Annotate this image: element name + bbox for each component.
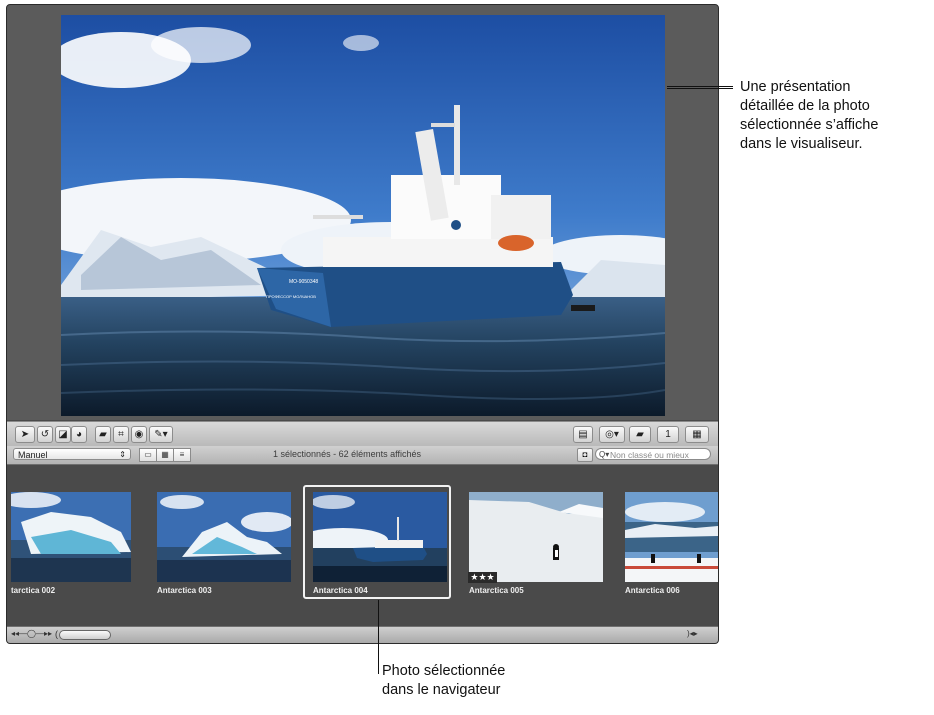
brush-icon[interactable]: ✎▾ xyxy=(149,426,173,443)
select-arrows-icon: ⇕ xyxy=(119,450,126,459)
photo-viewer: MO-9050348 ПРОФЕССОР МОЛЧАНОВ xyxy=(7,5,718,420)
sort-select-value: Manuel xyxy=(18,450,48,460)
sort-filter-bar: Manuel ⇕ ▭ ▦ ≡ 1 sélectionnés - 62 éléme… xyxy=(7,446,718,465)
thumbnail-image xyxy=(157,492,291,582)
thumbnail-antarctica-006[interactable] xyxy=(625,492,718,582)
thumbnail-caption: Antarctica 005 xyxy=(469,586,524,595)
sort-select[interactable]: Manuel ⇕ xyxy=(13,448,131,460)
straighten-icon[interactable]: ◪ xyxy=(55,426,71,443)
thumbnail-antarctica-005[interactable] xyxy=(469,492,603,582)
thumbnail-image xyxy=(625,492,718,582)
thumbnail-antarctica-002[interactable] xyxy=(11,492,131,582)
thumbnail-size-slider[interactable]: ◂◂—◯—▸▸ xyxy=(11,629,52,638)
ship-hull-text: MO-9050348 xyxy=(289,279,318,285)
adjust-icon[interactable]: ▤ xyxy=(573,426,593,443)
viewer-callout: Une présentation détaillée de la photo s… xyxy=(740,78,878,154)
thumbnail-caption: Antarctica 006 xyxy=(625,586,680,595)
thumbnail-antarctica-003[interactable] xyxy=(157,492,291,582)
photo-browser: tarctica 002 Antarctica 003 Antarctica 0… xyxy=(7,465,718,625)
thumbnail-image xyxy=(469,492,603,582)
app-window: MO-9050348 ПРОФЕССОР МОЛЧАНОВ ➤ ↺ ◪ ◕ ▰ … xyxy=(6,4,719,644)
search-filter-field[interactable]: Q▾ Non classé ou mieux xyxy=(595,448,711,460)
thumbnail-selection-border xyxy=(303,485,451,599)
rating-stars-badge: ★★★ xyxy=(468,572,497,583)
lift-icon[interactable]: ◕ xyxy=(71,426,87,443)
scrollbar-thumb[interactable] xyxy=(59,630,111,640)
ship-name-text: ПРОФЕССОР МОЛЧАНОВ xyxy=(266,294,316,299)
share-icon[interactable]: ◎▾ xyxy=(599,426,625,443)
viewer-callout-line: dans le visualiseur. xyxy=(740,136,863,152)
browser-callout-line: Photo sélectionnée xyxy=(382,663,506,679)
flag-icon[interactable]: ▰ xyxy=(629,426,651,443)
crop-icon[interactable]: ⌗ xyxy=(113,426,129,443)
scroll-arrows-icon[interactable]: )◂▸ xyxy=(687,629,698,638)
search-icon: Q▾ xyxy=(599,450,610,459)
viewer-photo[interactable]: MO-9050348 ПРОФЕССОР МОЛЧАНОВ xyxy=(61,15,665,416)
thumbnail-caption: tarctica 002 xyxy=(11,586,56,595)
grid-view-button[interactable]: ▦ xyxy=(156,448,174,462)
thumbnail-caption: Antarctica 003 xyxy=(157,586,212,595)
viewer-callout-line: sélectionnée s’affiche xyxy=(740,117,879,133)
callout-line-viewer-double xyxy=(667,88,733,89)
search-placeholder: Non classé ou mieux xyxy=(610,450,689,460)
selection-status: 1 sélectionnés - 62 éléments affichés xyxy=(273,449,421,459)
callout-line-browser xyxy=(378,600,379,674)
list-view-button[interactable]: ≡ xyxy=(173,448,191,462)
filter-hud-icon[interactable]: ◘ xyxy=(577,448,593,462)
rotate-icon[interactable]: ↺ xyxy=(37,426,53,443)
grid-view-icon[interactable]: ▦ xyxy=(685,426,709,443)
pointer-icon[interactable]: ➤ xyxy=(15,426,35,443)
single-view-icon[interactable]: 1 xyxy=(657,426,679,443)
edit-toolbar: ➤ ↺ ◪ ◕ ▰ ⌗ ◉ ✎▾ ▤ ◎▾ ▰ 1 ▦ xyxy=(7,421,718,446)
viewer-callout-line: détaillée de la photo xyxy=(740,98,870,114)
stamp-icon[interactable]: ▰ xyxy=(95,426,111,443)
browser-callout: Photo sélectionnée dans le navigateur xyxy=(382,662,505,700)
ship-photo-image: MO-9050348 ПРОФЕССОР МОЛЧАНОВ xyxy=(61,15,665,416)
viewer-callout-line: Une présentation xyxy=(740,79,851,95)
filmstrip-view-button[interactable]: ▭ xyxy=(139,448,157,462)
browser-scroll-bar: ◂◂—◯—▸▸ ( )◂▸ xyxy=(7,626,718,643)
callout-line-viewer xyxy=(667,86,733,87)
red-eye-icon[interactable]: ◉ xyxy=(131,426,147,443)
thumbnail-image xyxy=(11,492,131,582)
browser-callout-line: dans le navigateur xyxy=(382,682,501,698)
scroll-left-cap-icon: ( xyxy=(55,629,58,639)
